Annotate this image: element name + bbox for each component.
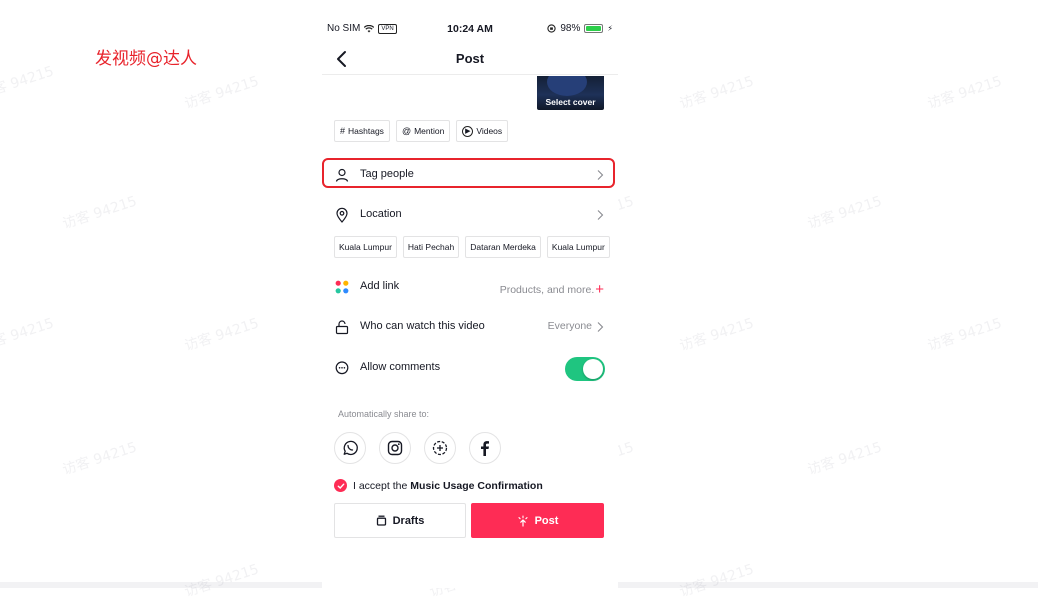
page-title: Post (455, 51, 485, 66)
watermark: 访客 94215 (677, 561, 756, 601)
phone-screen: No SIM VPN 10:24 AM 98% ⚡ Post Select co… (322, 0, 618, 588)
caption-chips: # Hashtags @ Mention ▶ Videos (334, 120, 509, 142)
unlock-icon (335, 320, 349, 335)
mention-chip[interactable]: @ Mention (395, 120, 451, 142)
battery-percent: 98% (560, 23, 581, 34)
add-story-icon[interactable] (424, 432, 456, 464)
privacy-label: Who can watch this video (360, 320, 485, 332)
chip-label: Mention (414, 126, 445, 136)
apps-grid-icon (335, 280, 349, 294)
drafts-icon (376, 515, 386, 526)
comment-icon (335, 361, 349, 375)
location-row[interactable]: Location (322, 200, 618, 230)
watermark: 访客 94215 (805, 193, 884, 233)
hashtags-chip[interactable]: # Hashtags (334, 120, 390, 142)
plus-icon[interactable]: + (595, 281, 604, 298)
facebook-icon[interactable] (469, 432, 501, 464)
add-link-label: Add link (360, 280, 400, 292)
chevron-right-icon (597, 322, 604, 332)
battery-icon (584, 24, 604, 33)
play-icon: ▶ (462, 125, 474, 137)
checkbox-checked[interactable] (334, 479, 347, 492)
nav-bar: Post (322, 44, 618, 75)
location-chip[interactable]: Hati Pechah (402, 236, 460, 258)
location-suggestions: Kuala Lumpur Hati Pechah Dataran Merdeka… (334, 236, 618, 258)
watermark: 访客 94215 (182, 561, 261, 601)
privacy-value: Everyone (547, 320, 592, 332)
share-targets (334, 432, 501, 464)
watermark: 访客 94215 (60, 193, 139, 233)
status-bar: No SIM VPN 10:24 AM 98% ⚡ (322, 23, 618, 43)
location-chip[interactable]: Kuala Lumpur (334, 236, 397, 258)
drafts-label: Drafts (392, 514, 425, 527)
at-icon: @ (401, 126, 412, 136)
hashtag-icon: # (340, 126, 346, 136)
watermark: 访客 94215 (677, 73, 756, 113)
watermark: 访客 94215 (925, 315, 1004, 355)
add-link-row[interactable]: Add link Products, and more.+ (322, 272, 618, 302)
location-label: Location (360, 208, 402, 220)
privacy-row[interactable]: Who can watch this video Everyone (322, 312, 618, 342)
post-label: Post (534, 514, 559, 527)
location-chip[interactable]: Kuala Lumpur (546, 236, 610, 258)
select-cover-label: Select cover (545, 97, 596, 107)
comments-label: Allow comments (360, 361, 441, 373)
cover-thumbnail (547, 76, 587, 96)
chip-label: Hashtags (348, 126, 384, 136)
watermark: 访客 94215 (925, 73, 1004, 113)
music-confirmation: I accept the Music Usage Confirmation (334, 479, 543, 492)
annotation-highlight-box (322, 158, 615, 188)
watermark: 访客 94215 (182, 315, 261, 355)
drafts-button[interactable]: Drafts (334, 503, 466, 538)
select-cover-button[interactable]: Select cover (537, 76, 604, 110)
watermark: 访客 94215 (0, 315, 56, 355)
charging-icon: ⚡ (607, 24, 613, 33)
watermark: 访客 94215 (805, 439, 884, 479)
music-usage-link[interactable]: Music Usage Confirmation (410, 480, 542, 492)
watermark: 访客 94215 (60, 439, 139, 479)
location-pin-icon (336, 207, 348, 223)
whatsapp-icon[interactable] (334, 432, 366, 464)
watermark: 访客 94215 (182, 73, 261, 113)
instagram-icon[interactable] (379, 432, 411, 464)
toggle-knob (583, 359, 603, 379)
add-link-value: Products, and more. (499, 284, 595, 296)
accept-prefix: I accept the (353, 479, 408, 492)
upload-spark-icon (518, 514, 528, 527)
watermark: 访客 94215 (0, 63, 56, 103)
allow-comments-toggle[interactable] (565, 357, 605, 381)
share-label: Automatically share to: (338, 409, 430, 419)
slide-title: 发视频@达人 (95, 49, 197, 69)
orientation-lock-icon (547, 24, 557, 33)
post-button[interactable]: Post (471, 503, 604, 538)
watermark: 访客 94215 (677, 315, 756, 355)
location-chip[interactable]: Dataran Merdeka (465, 236, 541, 258)
videos-chip[interactable]: ▶ Videos (456, 120, 509, 142)
checkmark-icon (337, 483, 344, 489)
chevron-right-icon (597, 210, 604, 220)
chip-label: Videos (476, 126, 503, 136)
